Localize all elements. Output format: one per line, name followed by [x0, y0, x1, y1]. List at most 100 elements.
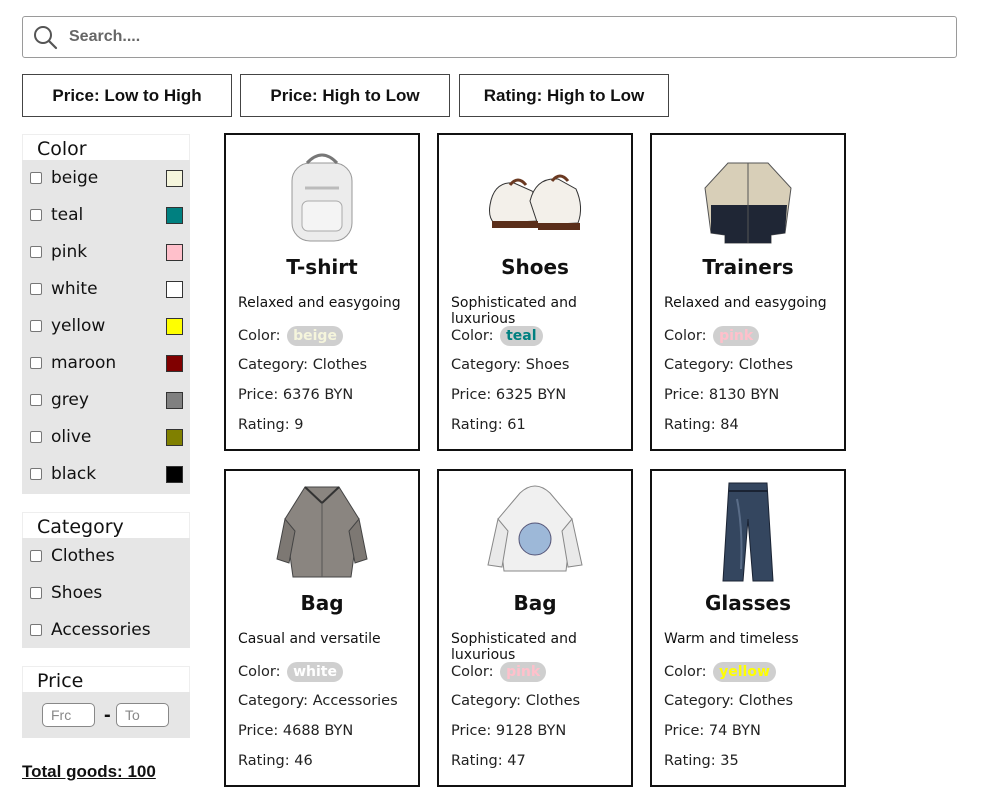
product-rating-label: Rating:: [451, 417, 508, 433]
product-card[interactable]: Bag Sophisticated and luxurious Color: pin…: [437, 469, 633, 787]
color-option-beige[interactable]: beige: [22, 160, 190, 197]
product-rating-value: 46: [294, 753, 313, 769]
product-description: Casual and versatile: [238, 631, 381, 647]
product-price: Price: 9128 BYN: [451, 723, 566, 739]
product-rating: Rating: 61: [451, 417, 526, 433]
color-option-black[interactable]: black: [22, 456, 190, 493]
product-title: Bag: [513, 591, 557, 615]
color-option-yellow[interactable]: yellow: [22, 308, 190, 345]
product-price-value: 9128: [495, 723, 533, 739]
product-price-currency: BYN: [532, 387, 567, 403]
product-rating-label: Rating:: [238, 753, 295, 769]
product-price-value: 6376: [282, 387, 320, 403]
color-option-white[interactable]: white: [22, 271, 190, 308]
color-checkbox[interactable]: [30, 431, 42, 443]
backpack-image: [267, 143, 377, 253]
sort-rating-desc-button[interactable]: Rating: High to Low: [459, 74, 669, 117]
search-bar[interactable]: [22, 16, 957, 58]
category-option-clothes[interactable]: Clothes: [22, 538, 190, 575]
color-swatch: [166, 392, 183, 409]
product-rating-value: 84: [720, 417, 739, 433]
product-title: Trainers: [702, 255, 794, 279]
color-option-label: olive: [51, 427, 92, 447]
product-price: Price: 6325 BYN: [451, 387, 566, 403]
category-filter-panel: Category Clothes Shoes Accessories: [22, 512, 190, 648]
category-filter-title: Category: [22, 512, 190, 538]
product-image: [439, 143, 631, 253]
color-option-teal[interactable]: teal: [22, 197, 190, 234]
color-option-pink[interactable]: pink: [22, 234, 190, 271]
color-option-label: beige: [51, 168, 99, 188]
color-checkbox[interactable]: [30, 468, 42, 480]
product-card[interactable]: Shoes Sophisticated and luxurious Color: t…: [437, 133, 633, 451]
product-description: Relaxed and easygoing: [664, 295, 827, 311]
category-option-label: Clothes: [51, 546, 115, 566]
category-checkbox[interactable]: [30, 550, 42, 562]
product-rating-label: Rating:: [451, 753, 508, 769]
color-option-olive[interactable]: olive: [22, 419, 190, 456]
product-price: Price: 4688 BYN: [238, 723, 353, 739]
color-badge: pink: [500, 662, 547, 682]
sort-price-asc-button[interactable]: Price: Low to High: [22, 74, 232, 117]
price-separator: -: [104, 704, 111, 726]
color-checkbox[interactable]: [30, 246, 42, 258]
jacket-image: [693, 143, 803, 253]
product-price-label: Price:: [238, 723, 283, 739]
product-category-value: Clothes: [738, 357, 794, 373]
search-input[interactable]: [67, 17, 947, 57]
color-swatch: [166, 170, 183, 187]
color-swatch: [166, 355, 183, 372]
product-rating-label: Rating:: [664, 417, 721, 433]
product-price-label: Price:: [451, 387, 496, 403]
product-card[interactable]: Trainers Relaxed and easygoing Color: pink…: [650, 133, 846, 451]
color-checkbox[interactable]: [30, 283, 42, 295]
category-option-shoes[interactable]: Shoes: [22, 575, 190, 612]
price-to-input[interactable]: [116, 703, 169, 727]
category-option-accessories[interactable]: Accessories: [22, 612, 190, 649]
product-price: Price: 74 BYN: [664, 723, 761, 739]
color-filter-title: Color: [22, 134, 190, 160]
product-description: Relaxed and easygoing: [238, 295, 401, 311]
product-rating-value: 9: [294, 417, 304, 433]
color-checkbox[interactable]: [30, 320, 42, 332]
product-color-label: Color:: [238, 664, 281, 680]
color-option-maroon[interactable]: maroon: [22, 345, 190, 382]
product-color-label: Color:: [451, 664, 494, 680]
total-goods-link[interactable]: Total goods: 100: [22, 762, 156, 782]
product-category-label: Category:: [664, 357, 739, 373]
product-rating-label: Rating:: [238, 417, 295, 433]
category-checkbox[interactable]: [30, 624, 42, 636]
color-option-label: black: [51, 464, 97, 484]
color-option-label: white: [51, 279, 98, 299]
color-checkbox[interactable]: [30, 357, 42, 369]
product-title: Bag: [300, 591, 344, 615]
product-category-label: Category:: [664, 693, 739, 709]
product-card[interactable]: Bag Casual and versatile Color: white Categ…: [224, 469, 420, 787]
price-from-input[interactable]: [42, 703, 95, 727]
color-swatch: [166, 318, 183, 335]
product-card[interactable]: Glasses Warm and timeless Color: yellow Cat…: [650, 469, 846, 787]
sort-price-desc-button[interactable]: Price: High to Low: [240, 74, 450, 117]
color-checkbox[interactable]: [30, 209, 42, 221]
color-checkbox[interactable]: [30, 394, 42, 406]
product-description: Sophisticated and luxurious: [451, 631, 577, 663]
product-rating: Rating: 46: [238, 753, 313, 769]
category-checkbox[interactable]: [30, 587, 42, 599]
product-image: [652, 479, 844, 589]
product-card[interactable]: T-shirt Relaxed and easygoing Color: beige…: [224, 133, 420, 451]
product-price: Price: 6376 BYN: [238, 387, 353, 403]
product-title: Shoes: [501, 255, 569, 279]
product-color: Color: pink: [451, 662, 547, 682]
product-price-label: Price:: [451, 723, 496, 739]
product-rating: Rating: 84: [664, 417, 739, 433]
color-filter-panel: Color beige teal pink white yellow maroon grey…: [22, 134, 190, 494]
color-swatch: [166, 207, 183, 224]
shoes-image: [480, 143, 590, 253]
color-option-label: teal: [51, 205, 84, 225]
product-category-label: Category:: [451, 693, 526, 709]
color-checkbox[interactable]: [30, 172, 42, 184]
price-filter-title: Price: [22, 666, 190, 692]
product-category: Category: Accessories: [238, 693, 398, 709]
product-color: Color: beige: [238, 326, 343, 346]
color-option-grey[interactable]: grey: [22, 382, 190, 419]
